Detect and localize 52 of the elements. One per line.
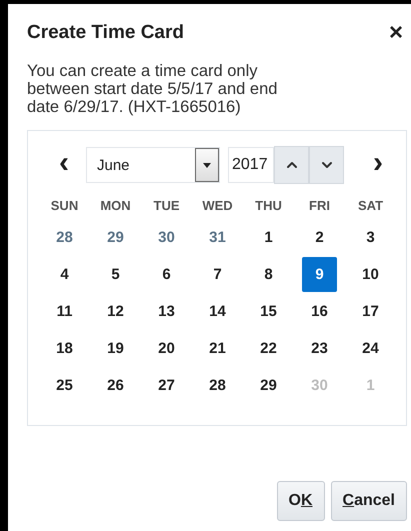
dropdown-arrow-icon: [203, 162, 211, 168]
calendar-day[interactable]: 12: [98, 294, 133, 329]
calendar-day[interactable]: 21: [200, 331, 235, 366]
calendar-day[interactable]: 29: [251, 368, 286, 403]
month-dropdown[interactable]: June: [86, 147, 220, 183]
calendar-day[interactable]: 1: [251, 220, 286, 255]
calendar-day[interactable]: 19: [98, 331, 133, 366]
calendar-day[interactable]: 22: [251, 331, 286, 366]
year-up-button[interactable]: [274, 146, 309, 184]
weekday-header: FRI: [308, 197, 331, 215]
dialog-title: Create Time Card: [27, 22, 184, 44]
calendar-day[interactable]: 28: [200, 368, 235, 403]
next-month-button[interactable]: ›: [364, 148, 392, 178]
weekday-header: TUE: [152, 197, 180, 215]
year-down-button[interactable]: [309, 146, 344, 184]
calendar-day[interactable]: 13: [149, 294, 184, 329]
calendar-day[interactable]: 31: [200, 220, 235, 255]
weekday-header: SAT: [356, 197, 384, 215]
calendar-day[interactable]: 29: [98, 220, 133, 255]
calendar-day[interactable]: 26: [98, 368, 133, 403]
info-message: You can create a time card only between start date 5/5/17 and end date 6/29/17. (HXT-1665016): [27, 62, 278, 116]
calendar-day[interactable]: 8: [251, 257, 286, 292]
calendar-day[interactable]: 23: [302, 331, 337, 366]
calendar-day[interactable]: 18: [47, 331, 82, 366]
calendar-day[interactable]: 25: [47, 368, 82, 403]
cancel-button[interactable]: Cancel: [330, 481, 407, 521]
calendar-day[interactable]: 16: [302, 294, 337, 329]
weekday-header: THU: [254, 197, 283, 215]
weekday-header: SUN: [50, 197, 80, 215]
calendar-day[interactable]: 27: [149, 368, 184, 403]
calendar-day[interactable]: 30: [149, 220, 184, 255]
ok-button[interactable]: OK: [276, 481, 325, 521]
weekday-header: MON: [99, 197, 132, 215]
calendar-day[interactable]: 10: [353, 257, 388, 292]
close-button[interactable]: ×: [384, 21, 407, 45]
calendar-day[interactable]: 3: [353, 220, 388, 255]
year-field[interactable]: 2017: [228, 147, 274, 183]
calendar-day[interactable]: 6: [149, 257, 184, 292]
calendar-day[interactable]: 2: [302, 220, 337, 255]
calendar-day[interactable]: 7: [200, 257, 235, 292]
calendar-day[interactable]: 14: [200, 294, 235, 329]
weekday-header: WED: [201, 197, 234, 215]
previous-month-button[interactable]: ‹: [50, 148, 78, 178]
calendar-day[interactable]: 20: [149, 331, 184, 366]
calendar-day[interactable]: 24: [353, 331, 388, 366]
calendar-day[interactable]: 11: [47, 294, 82, 329]
calendar-day[interactable]: 17: [353, 294, 388, 329]
calendar-day[interactable]: 28: [47, 220, 82, 255]
calendar-day[interactable]: 5: [98, 257, 133, 292]
calendar-day[interactable]: 9: [302, 257, 337, 292]
calendar-day[interactable]: 4: [47, 257, 82, 292]
calendar-day[interactable]: 15: [251, 294, 286, 329]
